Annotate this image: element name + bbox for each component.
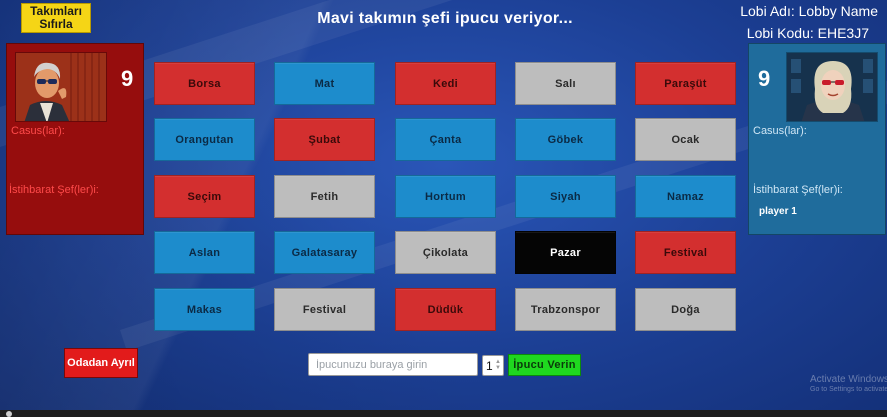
word-card[interactable]: Şubat <box>274 118 375 161</box>
word-card[interactable]: Göbek <box>515 118 616 161</box>
leave-room-button[interactable]: Odadan Ayrıl <box>64 348 138 378</box>
word-card[interactable]: Orangutan <box>154 118 255 161</box>
watermark-line-2: Go to Settings to activate Windows. <box>810 386 887 393</box>
word-card[interactable]: Mat <box>274 62 375 105</box>
status-dot-icon <box>6 411 12 417</box>
clue-count-value: 1 <box>486 358 493 373</box>
word-card[interactable]: Siyah <box>515 175 616 218</box>
blue-team-score: 9 <box>758 66 771 91</box>
word-card[interactable]: Hortum <box>395 175 496 218</box>
blue-chief-player: player 1 <box>759 206 797 217</box>
word-card[interactable]: Aslan <box>154 231 255 274</box>
word-card[interactable]: Ocak <box>635 118 736 161</box>
bottom-bar <box>0 410 887 417</box>
activate-windows-watermark: Activate Windows Go to Settings to activ… <box>810 374 887 393</box>
word-card[interactable]: Salı <box>515 62 616 105</box>
red-team-score: 9 <box>121 66 134 91</box>
word-card[interactable]: Festival <box>635 231 736 274</box>
red-spies-label: Casus(lar): <box>11 125 65 137</box>
watermark-line-1: Activate Windows <box>810 374 887 385</box>
word-card[interactable]: Makas <box>154 288 255 331</box>
clue-input[interactable] <box>308 353 478 376</box>
game-status-title: Mavi takımın şefi ipucu veriyor... <box>317 10 573 27</box>
blue-chiefs-label: İstihbarat Şef(ler)i: <box>753 184 843 196</box>
word-card[interactable]: Çanta <box>395 118 496 161</box>
clue-count-stepper[interactable]: 1 ▲ ▼ <box>482 355 504 376</box>
word-card[interactable]: Trabzonspor <box>515 288 616 331</box>
word-card[interactable]: Galatasaray <box>274 231 375 274</box>
word-card[interactable]: Namaz <box>635 175 736 218</box>
word-card[interactable]: Pazar <box>515 231 616 274</box>
word-card[interactable]: Paraşüt <box>635 62 736 105</box>
give-clue-button[interactable]: İpucu Verin <box>508 354 581 376</box>
blue-spies-label: Casus(lar): <box>753 125 807 137</box>
red-chiefs-label: İstihbarat Şef(ler)i: <box>9 184 99 196</box>
reset-teams-button[interactable]: Takımları Sıfırla <box>21 3 91 33</box>
lobby-code-label: Lobi Kodu: EHE3J7 <box>746 25 869 41</box>
word-card[interactable]: Düdük <box>395 288 496 331</box>
red-team-panel: 9 Casus(lar): İstihbarat Şef(ler)i: <box>6 43 144 235</box>
word-card[interactable]: Fetih <box>274 175 375 218</box>
word-card[interactable]: Festival <box>274 288 375 331</box>
word-card[interactable]: Seçim <box>154 175 255 218</box>
word-card[interactable]: Çikolata <box>395 231 496 274</box>
lobby-name-label: Lobi Adı: Lobby Name <box>740 3 878 19</box>
stepper-arrows-icon: ▲ ▼ <box>495 359 501 371</box>
word-card[interactable]: Doğa <box>635 288 736 331</box>
red-team-avatar <box>15 52 107 122</box>
word-card[interactable]: Kedi <box>395 62 496 105</box>
blue-team-panel: 9 Casus(lar): İstihbarat Şef(ler)i: play… <box>748 43 886 235</box>
word-card[interactable]: Borsa <box>154 62 255 105</box>
blue-team-avatar <box>786 52 878 122</box>
